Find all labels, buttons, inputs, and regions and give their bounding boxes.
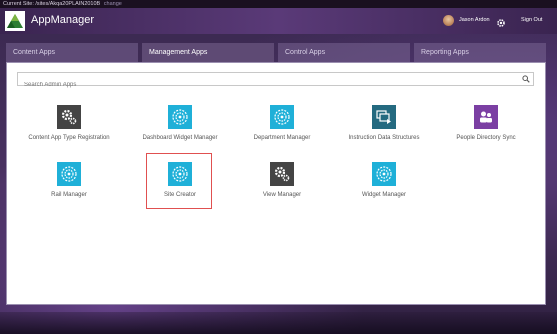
app-view-manager[interactable]: View Manager	[232, 162, 332, 212]
gears-icon	[270, 162, 294, 186]
app-label: Content App Type Registration	[28, 135, 110, 141]
app-label: People Directory Sync	[456, 135, 516, 141]
change-site-link[interactable]: change	[104, 1, 122, 7]
gears-icon	[57, 105, 81, 129]
appmanager-logo	[5, 11, 25, 31]
tab-reporting-apps[interactable]: Reporting Apps	[414, 43, 546, 62]
globe-icon	[270, 105, 294, 129]
people-icon	[474, 105, 498, 129]
user-name[interactable]: Jason Ardon	[459, 17, 490, 23]
apps-panel: Content App Type Registration Dashboard …	[6, 62, 546, 305]
current-site-label: Current Site: /sites/Akqa20PLAIN2010B	[3, 1, 101, 7]
app-label: View Manager	[262, 192, 302, 198]
current-site-bar: Current Site: /sites/Akqa20PLAIN2010B ch…	[0, 0, 557, 8]
app-header: AppManager Jason Ardon Sign Out	[0, 8, 557, 34]
globe-icon	[168, 105, 192, 129]
app-label: Widget Manager	[361, 192, 407, 198]
app-widget-manager[interactable]: Widget Manager	[334, 162, 434, 212]
user-avatar[interactable]	[443, 15, 454, 26]
app-label: Dashboard Widget Manager	[142, 135, 218, 141]
globe-icon	[372, 162, 396, 186]
search-box	[17, 72, 534, 91]
app-content-app-type-registration[interactable]: Content App Type Registration	[19, 105, 119, 155]
app-instruction-data-structures[interactable]: Instruction Data Structures	[334, 105, 434, 155]
app-people-directory-sync[interactable]: People Directory Sync	[436, 105, 536, 155]
app-label: Department Manager	[253, 135, 311, 141]
app-label: Instruction Data Structures	[348, 135, 420, 141]
app-label: Rail Manager	[51, 192, 87, 198]
footer-background	[0, 312, 557, 334]
tab-content-apps[interactable]: Content Apps	[6, 43, 138, 62]
selection-highlight	[146, 153, 212, 209]
app-rail-manager[interactable]: Rail Manager	[19, 162, 119, 212]
app-dashboard-widget-manager[interactable]: Dashboard Widget Manager	[130, 105, 230, 155]
gear-icon[interactable]	[496, 15, 506, 27]
search-input[interactable]	[18, 79, 504, 91]
search-icon[interactable]	[522, 75, 530, 83]
sign-out-link[interactable]: Sign Out	[521, 17, 542, 23]
tab-management-apps[interactable]: Management Apps	[142, 43, 274, 63]
app-department-manager[interactable]: Department Manager	[232, 105, 332, 155]
tab-control-apps[interactable]: Control Apps	[278, 43, 410, 62]
app-title: AppManager	[31, 14, 94, 26]
globe-icon	[57, 162, 81, 186]
windows-icon	[372, 105, 396, 129]
